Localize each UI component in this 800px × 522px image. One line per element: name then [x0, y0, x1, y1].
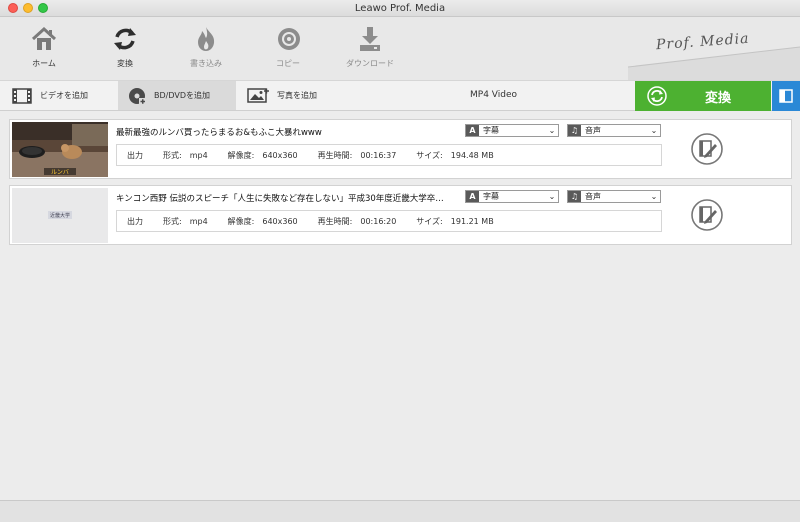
thumbnail-caption: 近畿大学: [50, 212, 70, 219]
edit-video-icon[interactable]: [690, 132, 724, 166]
duration-label: 再生時間:: [317, 216, 353, 226]
convert-refresh-icon: [647, 86, 667, 106]
tab-add-bd-dvd-label: BD/DVDを追加: [154, 91, 210, 100]
resolution-value: 640x360: [262, 216, 298, 226]
toolbar-download-button[interactable]: ダウンロード: [340, 25, 400, 69]
size-value: 191.21 MB: [450, 216, 494, 226]
format-value: mp4: [189, 150, 208, 160]
file-title: 最新最強のルンバ買ったらまるお&もふこ大暴れwww: [116, 128, 322, 138]
chevron-down-icon: ⌄: [650, 126, 658, 135]
convert-icon: [114, 28, 136, 50]
duration-value: 00:16:20: [360, 216, 397, 226]
tab-add-video[interactable]: ビデオを追加: [8, 81, 116, 110]
file-row[interactable]: ルンバ 最新最強のルンバ買ったらまるお&もふこ大暴れwww A 字幕 ⌄ ♫ 音…: [9, 119, 792, 179]
music-note-icon: ♫: [568, 191, 581, 202]
download-icon: [360, 27, 380, 51]
file-title: キンコン西野 伝説のスピーチ「人生に失敗など存在しない」平成30年度近畿大学卒…: [116, 194, 444, 204]
chevron-down-icon: ⌄: [650, 192, 658, 201]
music-note-icon: ♫: [568, 125, 581, 136]
output-format-selector[interactable]: MP4 Video: [470, 90, 517, 100]
home-icon: [31, 26, 57, 50]
resolution-label: 解像度:: [227, 216, 255, 226]
title-bar: Leawo Prof. Media: [0, 0, 800, 17]
copy-disc-icon: [278, 28, 300, 50]
toolbar-home-button[interactable]: ホーム: [14, 25, 74, 69]
window-title: Leawo Prof. Media: [354, 3, 446, 14]
subtitle-dropdown-value: 字幕: [483, 126, 499, 135]
size-label: サイズ:: [416, 150, 443, 160]
burn-icon: [198, 27, 215, 51]
status-bar: [0, 500, 800, 522]
convert-button[interactable]: 変換: [635, 81, 771, 111]
toolbar-burn-label: 書き込み: [190, 59, 222, 68]
tab-bar: ビデオを追加 BD/DVDを追加 写真を追加 MP4 Video 変換: [0, 80, 800, 111]
tab-add-photo[interactable]: 写真を追加: [245, 81, 355, 110]
subtitle-icon: A: [466, 125, 479, 136]
video-thumbnail: ルンバ: [12, 122, 108, 177]
subtitle-dropdown[interactable]: A 字幕 ⌄: [465, 190, 559, 203]
resolution-value: 640x360: [262, 150, 298, 160]
file-list: ルンバ 最新最強のルンバ買ったらまるお&もふこ大暴れwww A 字幕 ⌄ ♫ 音…: [0, 111, 800, 501]
size-value: 194.48 MB: [450, 150, 494, 160]
convert-button-label: 変換: [705, 90, 732, 106]
video-thumbnail: 近畿大学: [12, 188, 108, 243]
audio-dropdown[interactable]: ♫ 音声 ⌄: [567, 124, 661, 137]
toolbar-burn-button[interactable]: 書き込み: [176, 25, 236, 69]
subtitle-dropdown-value: 字幕: [483, 192, 499, 201]
format-value: mp4: [189, 216, 208, 226]
output-label: 出力: [127, 150, 143, 160]
tab-add-photo-label: 写真を追加: [277, 91, 317, 100]
chevron-down-icon: ⌄: [548, 126, 556, 135]
thumbnail-caption: ルンバ: [51, 169, 69, 176]
duration-label: 再生時間:: [317, 150, 353, 160]
toolbar-copy-label: コピー: [276, 59, 300, 68]
audio-dropdown[interactable]: ♫ 音声 ⌄: [567, 190, 661, 203]
toolbar-home-label: ホーム: [32, 59, 56, 68]
tab-add-bd-dvd[interactable]: BD/DVDを追加: [118, 81, 236, 110]
main-toolbar: ホーム 変換 書き込み コピー ダウンロード Prof. Media: [0, 17, 800, 80]
resolution-label: 解像度:: [227, 150, 255, 160]
file-row[interactable]: 近畿大学 キンコン西野 伝説のスピーチ「人生に失敗など存在しない」平成30年度近…: [9, 185, 792, 245]
audio-dropdown-value: 音声: [585, 126, 601, 135]
audio-dropdown-value: 音声: [585, 192, 601, 201]
output-label: 出力: [127, 216, 143, 226]
toolbar-convert-button[interactable]: 変換: [95, 25, 155, 69]
subtitle-dropdown[interactable]: A 字幕 ⌄: [465, 124, 559, 137]
photo-add-icon: [247, 87, 269, 103]
file-info: 出力 形式: mp4 解像度: 640x360 再生時間: 00:16:20 サ…: [116, 210, 662, 232]
panel-toggle-icon: [779, 89, 793, 103]
film-icon: [12, 87, 32, 104]
format-label: 形式:: [163, 216, 182, 226]
format-label: 形式:: [163, 150, 182, 160]
tab-add-video-label: ビデオを追加: [40, 91, 88, 100]
toggle-panel-button[interactable]: [772, 81, 800, 111]
disc-add-icon: [129, 87, 146, 105]
toolbar-download-label: ダウンロード: [346, 59, 394, 68]
edit-video-icon[interactable]: [690, 198, 724, 232]
duration-value: 00:16:37: [360, 150, 397, 160]
toolbar-convert-label: 変換: [117, 59, 133, 68]
chevron-down-icon: ⌄: [548, 192, 556, 201]
size-label: サイズ:: [416, 216, 443, 226]
file-info: 出力 形式: mp4 解像度: 640x360 再生時間: 00:16:37 サ…: [116, 144, 662, 166]
subtitle-icon: A: [466, 191, 479, 202]
toolbar-copy-button[interactable]: コピー: [258, 25, 318, 69]
